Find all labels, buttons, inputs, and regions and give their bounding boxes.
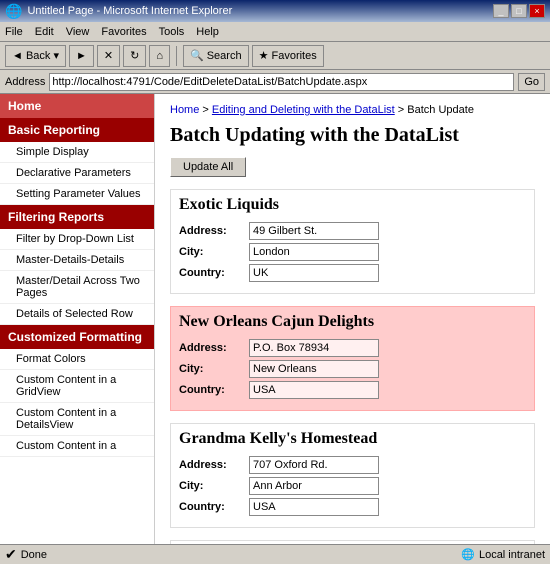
address-input[interactable] bbox=[49, 73, 514, 91]
minimize-btn[interactable]: _ bbox=[493, 4, 509, 18]
field-label: Country: bbox=[179, 501, 249, 513]
field-label: Country: bbox=[179, 267, 249, 279]
breadcrumb-home[interactable]: Home bbox=[170, 104, 199, 116]
breadcrumb: Home > Editing and Deleting with the Dat… bbox=[170, 104, 535, 116]
sidebar-item-format-colors[interactable]: Format Colors bbox=[0, 349, 154, 370]
field-input[interactable] bbox=[249, 477, 379, 495]
field-input[interactable] bbox=[249, 222, 379, 240]
status-label: Done bbox=[21, 549, 47, 561]
menu-file[interactable]: File bbox=[5, 26, 23, 38]
field-input[interactable] bbox=[249, 339, 379, 357]
sidebar-category-basic-reporting: Basic Reporting bbox=[0, 118, 154, 142]
address-bar: Address Go bbox=[0, 70, 550, 94]
menu-bar: File Edit View Favorites Tools Help bbox=[0, 22, 550, 42]
title-bar: 🌐 Untitled Page - Microsoft Internet Exp… bbox=[0, 0, 550, 22]
sidebar-item-filter-dropdown[interactable]: Filter by Drop-Down List bbox=[0, 229, 154, 250]
field-label: Address: bbox=[179, 225, 249, 237]
refresh-button[interactable]: ↻ bbox=[123, 45, 146, 67]
breadcrumb-current: Batch Update bbox=[407, 104, 474, 116]
sidebar: Home Basic Reporting Simple Display Decl… bbox=[0, 94, 155, 544]
address-label: Address bbox=[5, 76, 45, 88]
field-row: Address: bbox=[179, 456, 526, 474]
sidebar-item-custom-content-other[interactable]: Custom Content in a bbox=[0, 436, 154, 457]
menu-edit[interactable]: Edit bbox=[35, 26, 54, 38]
menu-help[interactable]: Help bbox=[196, 26, 219, 38]
menu-favorites[interactable]: Favorites bbox=[101, 26, 146, 38]
status-icon: ✔ bbox=[5, 546, 17, 563]
home-button[interactable]: ⌂ bbox=[149, 45, 170, 67]
sidebar-item-selected-row[interactable]: Details of Selected Row bbox=[0, 304, 154, 325]
field-row: Country: bbox=[179, 381, 526, 399]
forward-button[interactable]: ► bbox=[69, 45, 94, 67]
company-section: New Orleans Cajun Delights Address: City: C… bbox=[170, 306, 535, 411]
field-row: Address: bbox=[179, 339, 526, 357]
field-row: City: bbox=[179, 243, 526, 261]
field-input[interactable] bbox=[249, 360, 379, 378]
main-area: Home Basic Reporting Simple Display Decl… bbox=[0, 94, 550, 544]
page-title: Batch Updating with the DataList bbox=[170, 124, 535, 147]
breadcrumb-section[interactable]: Editing and Deleting with the DataList bbox=[212, 104, 395, 116]
company-name: Tokyo Traders bbox=[171, 541, 534, 544]
company-name: Grandma Kelly's Homestead bbox=[171, 424, 534, 452]
go-button[interactable]: Go bbox=[518, 73, 545, 91]
back-button[interactable]: ◄ Back ▾ bbox=[5, 45, 66, 67]
zone-label: Local intranet bbox=[479, 549, 545, 561]
window-controls[interactable]: _ □ × bbox=[493, 4, 545, 18]
field-input[interactable] bbox=[249, 456, 379, 474]
stop-button[interactable]: ✕ bbox=[97, 45, 120, 67]
field-input[interactable] bbox=[249, 498, 379, 516]
menu-view[interactable]: View bbox=[66, 26, 90, 38]
company-section: Tokyo TradersAddress:City:Country: bbox=[170, 540, 535, 544]
field-row: Country: bbox=[179, 264, 526, 282]
zone-icon: 🌐 bbox=[461, 548, 475, 561]
update-all-button[interactable]: Update All bbox=[170, 157, 246, 177]
field-label: City: bbox=[179, 363, 249, 375]
browser-icon: 🌐 bbox=[5, 3, 22, 20]
field-row: Country: bbox=[179, 498, 526, 516]
content-area: Home > Editing and Deleting with the Dat… bbox=[155, 94, 550, 544]
company-list: Exotic LiquidsAddress:City:Country:New O… bbox=[170, 189, 535, 544]
field-input[interactable] bbox=[249, 243, 379, 261]
search-button[interactable]: 🔍 Search bbox=[183, 45, 249, 67]
field-input[interactable] bbox=[249, 381, 379, 399]
company-section: Grandma Kelly's Homestead Address: City: Co… bbox=[170, 423, 535, 528]
field-label: City: bbox=[179, 246, 249, 258]
company-fields: Address: City: Country: bbox=[171, 452, 534, 527]
sidebar-item-simple-display[interactable]: Simple Display bbox=[0, 142, 154, 163]
sidebar-item-master-details[interactable]: Master-Details-Details bbox=[0, 250, 154, 271]
company-fields: Address: City: Country: bbox=[171, 218, 534, 293]
status-text: ✔ Done bbox=[5, 546, 47, 563]
field-label: Address: bbox=[179, 459, 249, 471]
menu-tools[interactable]: Tools bbox=[159, 26, 185, 38]
separator bbox=[176, 46, 177, 66]
company-fields: Address: City: Country: bbox=[171, 335, 534, 410]
field-row: City: bbox=[179, 360, 526, 378]
field-input[interactable] bbox=[249, 264, 379, 282]
favorites-button[interactable]: ★ Favorites bbox=[252, 45, 324, 67]
sidebar-item-custom-content-gridview[interactable]: Custom Content in a GridView bbox=[0, 370, 154, 403]
field-row: Address: bbox=[179, 222, 526, 240]
company-name: New Orleans Cajun Delights bbox=[171, 307, 534, 335]
sidebar-home[interactable]: Home bbox=[0, 94, 154, 118]
window-title: Untitled Page - Microsoft Internet Explo… bbox=[27, 5, 232, 17]
field-label: Address: bbox=[179, 342, 249, 354]
company-name: Exotic Liquids bbox=[171, 190, 534, 218]
sidebar-item-master-detail-two-pages[interactable]: Master/Detail Across Two Pages bbox=[0, 271, 154, 304]
sidebar-item-declarative-parameters[interactable]: Declarative Parameters bbox=[0, 163, 154, 184]
field-row: City: bbox=[179, 477, 526, 495]
maximize-btn[interactable]: □ bbox=[511, 4, 527, 18]
sidebar-category-customized-formatting: Customized Formatting bbox=[0, 325, 154, 349]
sidebar-item-custom-content-detailsview[interactable]: Custom Content in a DetailsView bbox=[0, 403, 154, 436]
status-bar: ✔ Done 🌐 Local intranet bbox=[0, 544, 550, 564]
company-section: Exotic Liquids Address: City: Country: bbox=[170, 189, 535, 294]
toolbar: ◄ Back ▾ ► ✕ ↻ ⌂ 🔍 Search ★ Favorites bbox=[0, 42, 550, 70]
sidebar-category-filtering-reports: Filtering Reports bbox=[0, 205, 154, 229]
field-label: City: bbox=[179, 480, 249, 492]
sidebar-item-setting-parameter-values[interactable]: Setting Parameter Values bbox=[0, 184, 154, 205]
close-btn[interactable]: × bbox=[529, 4, 545, 18]
security-zone: 🌐 Local intranet bbox=[461, 548, 545, 561]
field-label: Country: bbox=[179, 384, 249, 396]
